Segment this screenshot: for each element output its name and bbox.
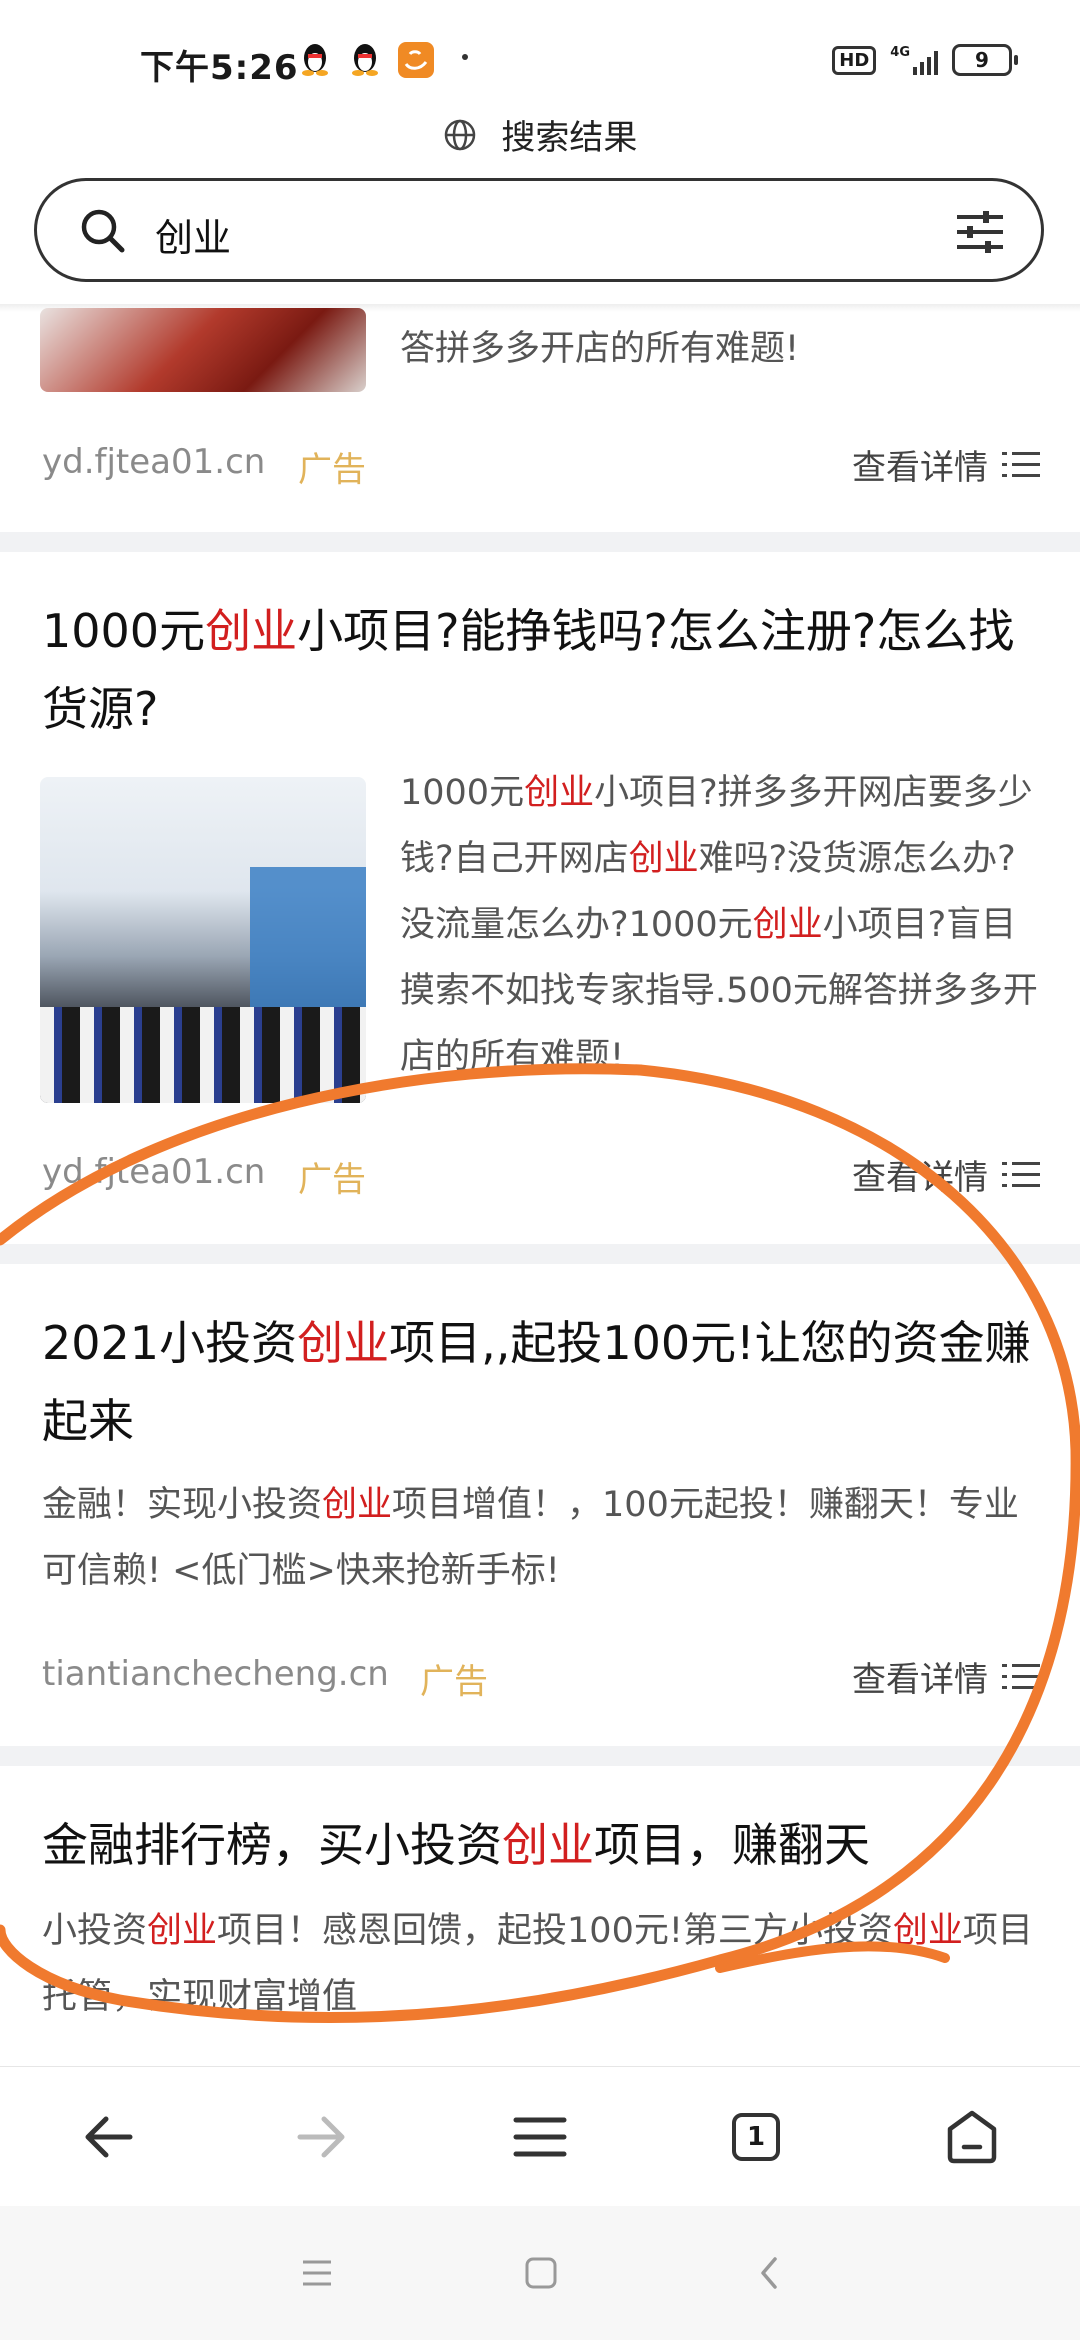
browser-toolbar: 1 [0, 2066, 1080, 2207]
result-url[interactable]: tiantianchecheng.cn [42, 1654, 389, 1694]
status-right: HD 4G 9 [832, 44, 1018, 76]
page-title: 搜索结果 [501, 118, 638, 158]
title-keyword: 创业 [297, 1316, 390, 1370]
result-description: 1000元创业小项目?拼多多开网店要多少钱?自己开网店创业难吗?没货源怎么办?没… [400, 773, 1038, 1077]
tab-count: 1 [746, 2122, 766, 2152]
home-button[interactable] [932, 2097, 1012, 2177]
menu-icon [513, 2117, 567, 2157]
ad-label: 广告 [298, 1160, 366, 1200]
result-url[interactable]: yd.fjtea01.cn [42, 1152, 265, 1192]
divider [0, 532, 1080, 552]
title-text: 2021小投资 [42, 1316, 298, 1370]
view-details-label: 查看详情 [852, 1660, 988, 1700]
view-details-button[interactable]: 查看详情 [852, 440, 1040, 489]
list-icon [1002, 1663, 1040, 1689]
result-url[interactable]: yd.fjtea01.cn [42, 442, 265, 482]
filter-settings-icon[interactable] [955, 209, 1005, 255]
recent-apps-button[interactable] [292, 2248, 342, 2298]
forward-arrow-icon [297, 2116, 345, 2158]
result-description: 金融！实现小投资创业项目增值！，100元起投！赚翻天！专业可信赖! <低门槛>快… [42, 1485, 1019, 1591]
battery-icon: 9 [952, 44, 1018, 76]
qq-penguin-icon [302, 44, 328, 76]
network-type: 4G [890, 45, 910, 60]
view-details-label: 查看详情 [852, 448, 988, 488]
home-icon [947, 2110, 997, 2164]
list-icon [1002, 1161, 1040, 1187]
divider [0, 1244, 1080, 1264]
system-nav-bar [0, 2206, 1080, 2340]
title-text: 项目，赚翻天 [594, 1818, 870, 1872]
ad-label: 广告 [298, 450, 366, 490]
signal-icon: 4G [890, 45, 938, 75]
square-icon [525, 2257, 557, 2289]
divider [0, 1746, 1080, 1766]
result-title[interactable]: 1000元创业小项目?能挣钱吗?怎么注册?怎么找货源? [42, 592, 1042, 748]
uc-browser-icon [398, 42, 434, 78]
title-text: 金融排行榜，买小投资 [42, 1818, 502, 1872]
result-description: 小投资创业项目！感恩回馈，起投100元!第三方小投资创业项目托管，实现财富增值 [42, 1911, 1033, 2017]
back-arrow-icon [85, 2116, 133, 2158]
hd-badge: HD [832, 45, 877, 75]
result-thumbnail[interactable] [40, 777, 366, 1103]
system-back-button[interactable] [744, 2248, 794, 2298]
back-button[interactable] [68, 2097, 148, 2177]
result-title[interactable]: 金融排行榜，买小投资创业项目，赚翻天 [42, 1806, 1042, 1884]
chevron-left-icon [761, 2257, 777, 2289]
view-details-label: 查看详情 [852, 1158, 988, 1198]
result-description: 答拼多多开店的所有难题! [400, 329, 800, 369]
title-keyword: 创业 [502, 1818, 594, 1872]
globe-icon [444, 119, 475, 150]
notification-dot [462, 54, 468, 60]
menu-button[interactable] [500, 2097, 580, 2177]
view-details-button[interactable]: 查看详情 [852, 1652, 1040, 1701]
status-time: 下午5:26 [140, 48, 299, 88]
result-title[interactable]: 2021小投资创业项目,,起投100元!让您的资金赚起来 [42, 1304, 1042, 1460]
search-icon[interactable] [79, 207, 127, 255]
battery-level: 9 [975, 48, 989, 72]
search-input[interactable]: 创业 [155, 207, 231, 262]
tabs-button[interactable]: 1 [716, 2097, 796, 2177]
page-header: 搜索结果 [0, 110, 1080, 159]
list-icon [1002, 451, 1040, 477]
forward-button[interactable] [282, 2097, 362, 2177]
result-thumbnail[interactable] [40, 308, 366, 392]
title-keyword: 创业 [205, 604, 298, 658]
system-home-button[interactable] [516, 2248, 566, 2298]
recents-icon [303, 2260, 331, 2286]
search-bar[interactable]: 创业 [34, 178, 1044, 282]
title-text: 1000元 [42, 604, 206, 658]
tabs-icon: 1 [732, 2113, 780, 2161]
qq-penguin-icon [352, 44, 378, 76]
view-details-button[interactable]: 查看详情 [852, 1150, 1040, 1199]
ad-label: 广告 [420, 1662, 488, 1702]
